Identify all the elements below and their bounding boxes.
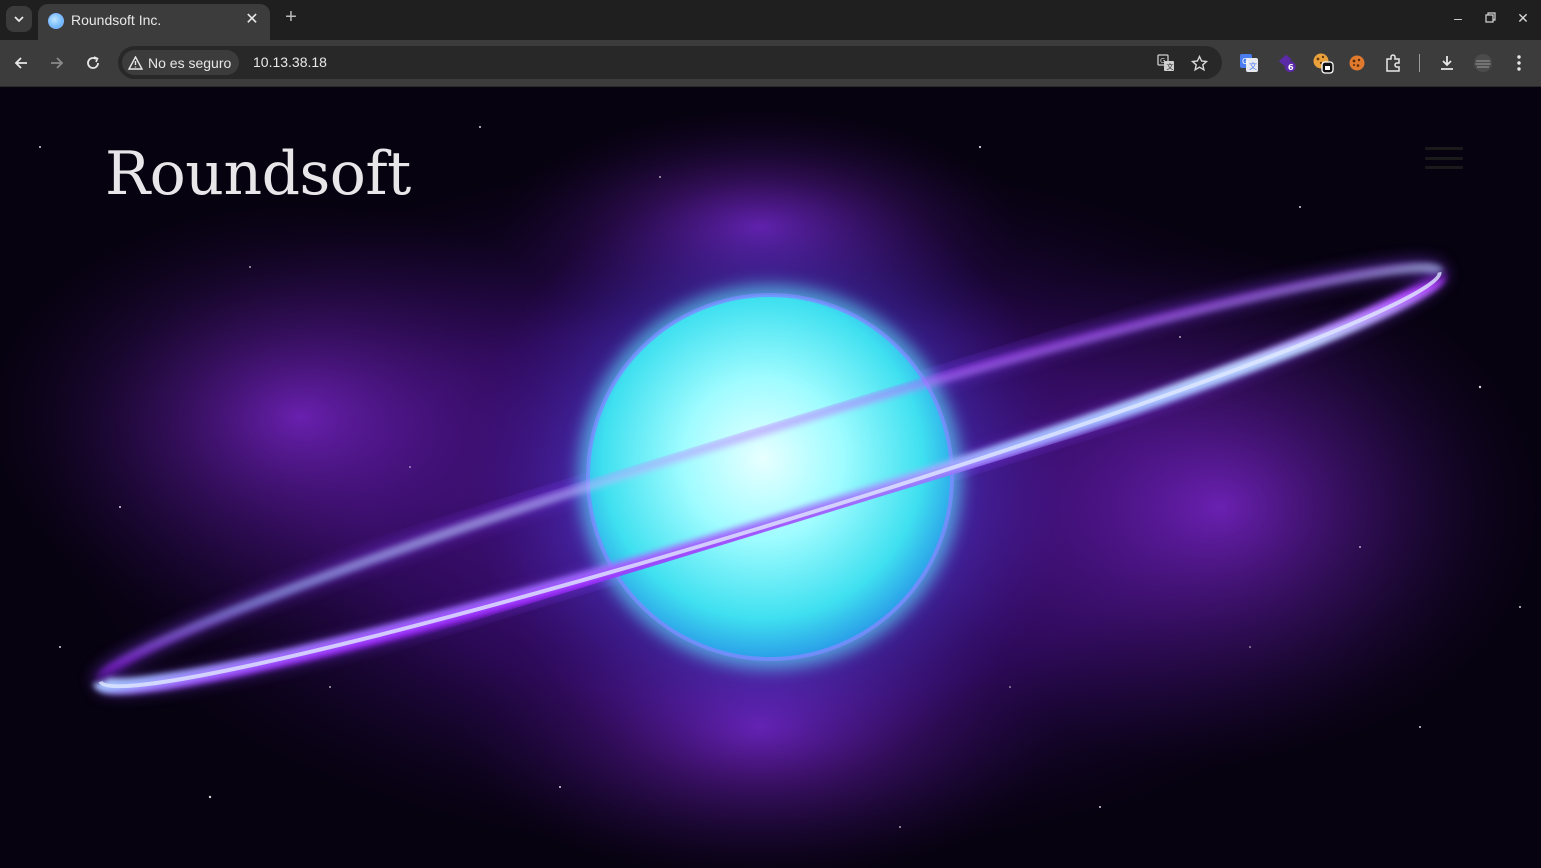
- svg-text:文: 文: [1249, 61, 1257, 71]
- bookmark-star-icon[interactable]: [1189, 53, 1209, 73]
- reload-button[interactable]: [82, 52, 104, 74]
- hamburger-line: [1425, 147, 1463, 150]
- site-brand-title[interactable]: Roundsoft: [105, 139, 411, 209]
- svg-text:G: G: [1242, 57, 1248, 66]
- download-icon[interactable]: [1436, 52, 1458, 74]
- hamburger-line: [1425, 166, 1463, 169]
- close-window-button[interactable]: ✕: [1515, 10, 1531, 26]
- hamburger-line: [1425, 156, 1463, 160]
- active-tab[interactable]: Roundsoft Inc. ✕: [38, 4, 270, 40]
- security-label: No es seguro: [148, 54, 232, 71]
- close-tab-icon[interactable]: ✕: [243, 11, 261, 29]
- back-button[interactable]: [10, 52, 32, 74]
- forward-button[interactable]: [46, 52, 68, 74]
- svg-text:6: 6: [1288, 62, 1294, 72]
- web-page: Roundsoft: [0, 87, 1541, 868]
- cookie-icon[interactable]: [1346, 52, 1368, 74]
- warning-triangle-icon: [128, 55, 143, 70]
- reload-icon: [87, 56, 99, 69]
- profile-avatar[interactable]: [1472, 52, 1494, 74]
- cookie-editor-icon[interactable]: [1312, 52, 1334, 74]
- security-indicator[interactable]: No es seguro: [122, 50, 240, 75]
- tab-search-button[interactable]: [6, 6, 32, 32]
- puzzle-extensions-icon[interactable]: [1382, 52, 1404, 74]
- toolbar-separator: [1419, 54, 1420, 72]
- hamburger-menu-button[interactable]: [1425, 147, 1463, 169]
- address-bar[interactable]: No es seguro 10.13.38.18 G文: [118, 46, 1222, 79]
- arrow-left-icon: [14, 57, 27, 69]
- url-text[interactable]: 10.13.38.18: [253, 54, 327, 70]
- svg-text:文: 文: [1167, 62, 1174, 71]
- restore-window-button[interactable]: [1482, 10, 1498, 26]
- extension-badge-icon[interactable]: 6: [1276, 52, 1298, 74]
- globe-favicon-icon: [48, 13, 64, 29]
- arrow-right-icon: [51, 57, 64, 69]
- kebab-menu-icon[interactable]: [1508, 52, 1530, 74]
- minimize-window-button[interactable]: –: [1450, 10, 1466, 26]
- tab-strip: Roundsoft Inc. ✕ + – ✕: [0, 0, 1541, 40]
- restore-icon: [1484, 12, 1496, 23]
- tab-title: Roundsoft Inc.: [71, 12, 162, 28]
- browser-toolbar: No es seguro 10.13.38.18 G文: [0, 40, 1541, 87]
- new-tab-button[interactable]: +: [281, 7, 301, 27]
- svg-text:G: G: [1160, 57, 1165, 65]
- google-translate-icon[interactable]: G文: [1238, 52, 1260, 74]
- translate-page-icon[interactable]: G文: [1156, 53, 1176, 73]
- chevron-down-icon: [14, 16, 24, 23]
